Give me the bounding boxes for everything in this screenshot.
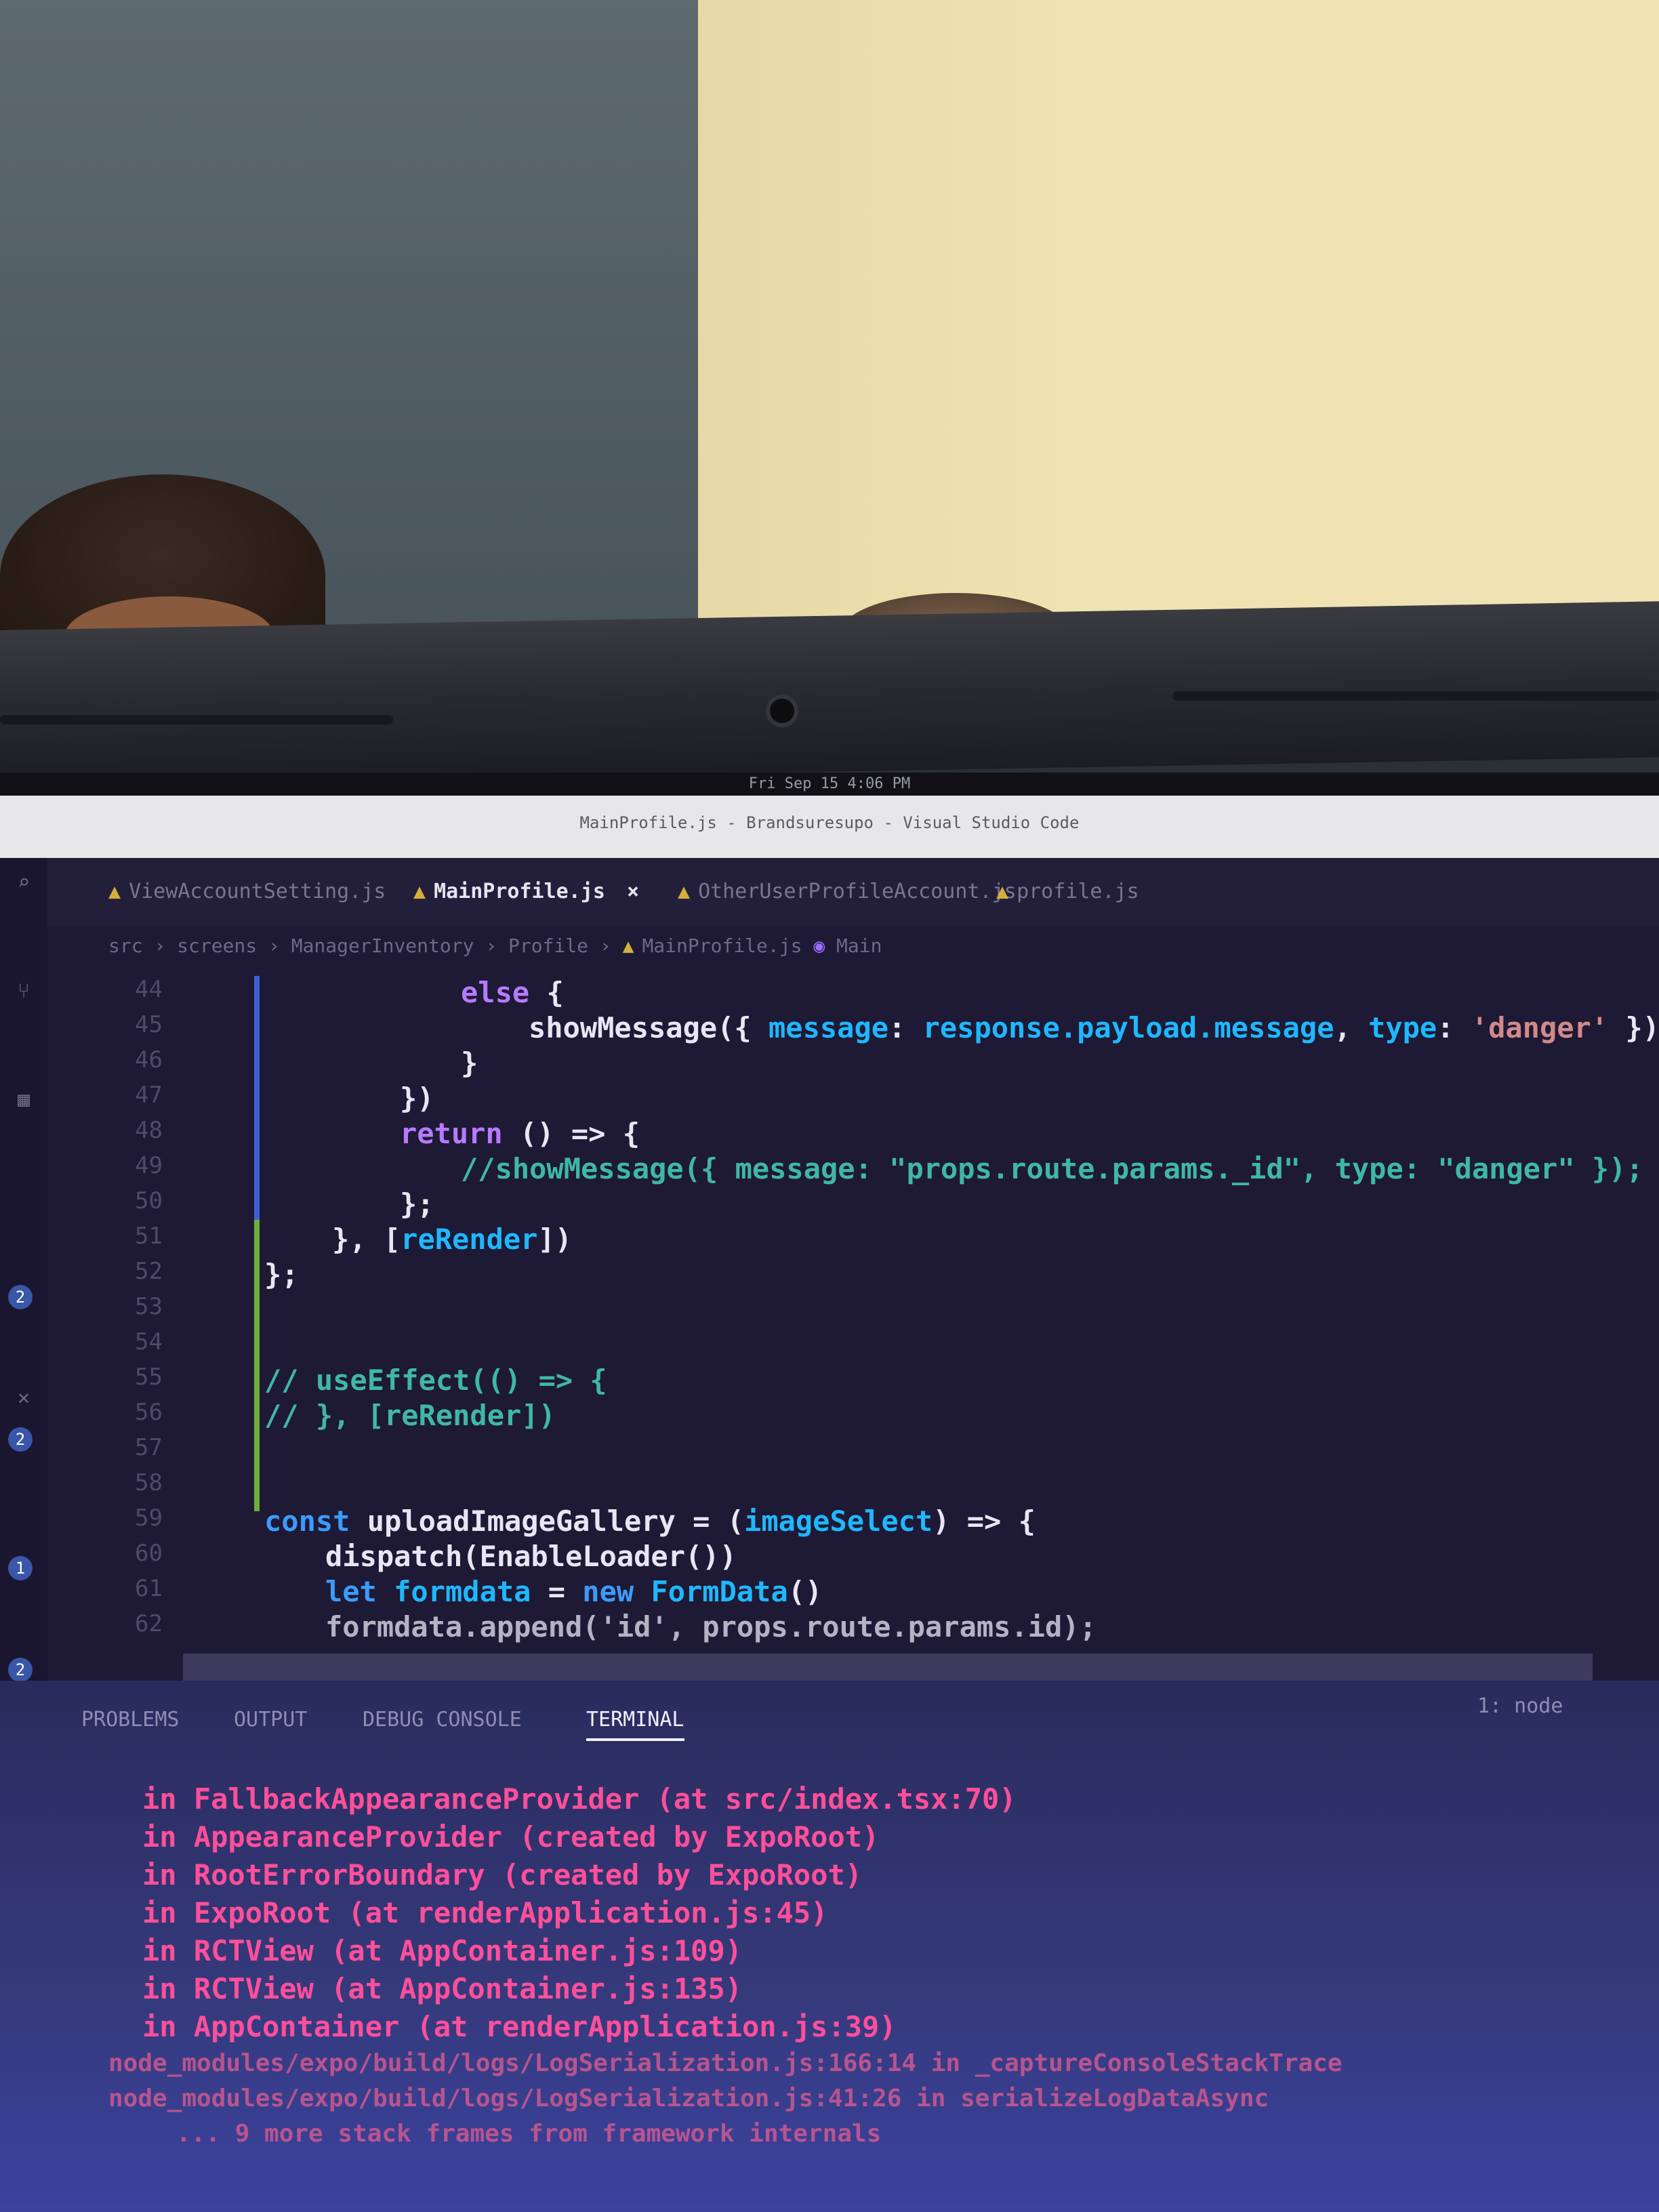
line-number: 57 <box>135 1434 163 1461</box>
line-number: 62 <box>135 1610 163 1637</box>
line-number: 56 <box>135 1399 163 1426</box>
extensions-icon[interactable]: ▦ <box>12 1088 35 1111</box>
line-number: 61 <box>135 1575 163 1602</box>
terminal-line: in ExpoRoot (at renderApplication.js:45) <box>142 1896 828 1929</box>
tab-view-account-setting[interactable]: ▲ ViewAccountSetting.js <box>108 872 386 912</box>
line-number: 49 <box>135 1152 163 1179</box>
notification-badge[interactable]: 2 <box>8 1658 33 1682</box>
system-clock: Fri Sep 15 4:06 PM <box>748 775 911 792</box>
tab-debug-console[interactable]: DEBUG CONSOLE <box>363 1708 522 1732</box>
terminal-selector[interactable]: 1: node <box>1477 1694 1563 1718</box>
warning-icon: ▲ <box>108 880 121 903</box>
line-number: 45 <box>135 1011 163 1038</box>
window-title: MainProfile.js - Brandsuresupo - Visual … <box>579 813 1080 832</box>
terminal-line: in RCTView (at AppContainer.js:135) <box>142 1972 743 2005</box>
webcam-icon <box>766 695 798 727</box>
line-number-gutter: 44 45 46 47 48 49 50 51 52 53 54 55 56 5… <box>102 976 260 1776</box>
close-icon[interactable]: ✕ <box>12 1387 35 1410</box>
close-icon[interactable]: × <box>627 880 639 903</box>
code-line: formdata.append('id', props.route.params… <box>325 1610 1097 1643</box>
code-comment: //showMessage({ message: "props.route.pa… <box>461 1152 1643 1185</box>
bottom-panel: PROBLEMS OUTPUT DEBUG CONSOLE TERMINAL 1… <box>0 1681 1659 2212</box>
breadcrumb-symbol[interactable]: Main <box>836 935 882 957</box>
terminal-line: in AppContainer (at renderApplication.js… <box>142 2010 897 2043</box>
line-number: 46 <box>135 1046 163 1073</box>
source-control-icon[interactable]: ⑂ <box>12 980 35 1003</box>
activity-bar: ⌕ ⑂ ▦ 2 ✕ 2 1 2 <box>0 858 47 1773</box>
warning-icon: ▲ <box>678 880 691 903</box>
code-line: let formdata = new FormData() <box>325 1575 823 1608</box>
terminal-line: node_modules/expo/build/logs/LogSerializ… <box>108 2049 1343 2077</box>
code-line: }; <box>400 1187 434 1221</box>
line-number: 47 <box>135 1082 163 1109</box>
code-comment: // }, [reRender]) <box>264 1399 556 1432</box>
code-line: }) <box>400 1082 434 1115</box>
code-line: return () => { <box>400 1117 640 1150</box>
code-line: } <box>461 1046 478 1080</box>
window-title-bar: MainProfile.js - Brandsuresupo - Visual … <box>0 796 1659 858</box>
tab-profile[interactable]: ▲ profile.js <box>996 872 1139 912</box>
laptop-screen: Fri Sep 15 4:06 PM MainProfile.js - Bran… <box>0 773 1659 2212</box>
horizontal-scrollbar[interactable] <box>183 1654 1593 1681</box>
line-number: 59 <box>135 1504 163 1532</box>
line-number: 53 <box>135 1293 163 1320</box>
line-number: 52 <box>135 1258 163 1285</box>
system-top-bar: Fri Sep 15 4:06 PM <box>0 773 1659 796</box>
search-icon[interactable]: ⌕ <box>12 872 35 895</box>
warning-icon: ▲ <box>413 880 426 903</box>
bezel-slot-right <box>1172 691 1659 701</box>
editor-tab-bar: ▲ ViewAccountSetting.js ▲ MainProfile.js ×… <box>0 858 1659 926</box>
code-line: const uploadImageGallery = (imageSelect)… <box>264 1504 1036 1538</box>
notification-badge[interactable]: 2 <box>8 1427 33 1452</box>
code-line: }; <box>264 1258 299 1291</box>
warning-icon: ▲ <box>622 935 634 957</box>
tab-output[interactable]: OUTPUT <box>234 1708 307 1732</box>
code-comment: // useEffect(() => { <box>264 1364 607 1397</box>
tab-problems[interactable]: PROBLEMS <box>81 1708 180 1732</box>
line-number: 51 <box>135 1223 163 1250</box>
notification-badge[interactable]: 1 <box>8 1556 33 1580</box>
code-line: showMessage({ message: response.payload.… <box>529 1011 1659 1044</box>
code-line: else { <box>461 976 564 1009</box>
terminal-line: in AppearanceProvider (created by ExpoRo… <box>142 1820 880 1853</box>
tab-other-user-profile[interactable]: ▲ OtherUserProfileAccount.js <box>678 872 1017 912</box>
line-number: 50 <box>135 1187 163 1214</box>
tab-terminal[interactable]: TERMINAL <box>586 1708 684 1741</box>
tab-main-profile[interactable]: ▲ MainProfile.js × <box>413 872 639 912</box>
notification-badge[interactable]: 2 <box>8 1285 33 1309</box>
room-wall-right <box>698 0 1659 664</box>
line-number: 55 <box>135 1364 163 1391</box>
line-number: 54 <box>135 1328 163 1355</box>
warning-icon: ▲ <box>996 880 1009 903</box>
bezel-slot-left <box>0 715 393 724</box>
terminal-line: ... 9 more stack frames from framework i… <box>176 2120 882 2148</box>
line-number: 44 <box>135 976 163 1003</box>
symbol-icon: ◉ <box>813 935 837 957</box>
terminal-line: node_modules/expo/build/logs/LogSerializ… <box>108 2085 1269 2112</box>
terminal-line: in RootErrorBoundary (created by ExpoRoo… <box>142 1858 863 1891</box>
line-number: 48 <box>135 1117 163 1144</box>
code-line: dispatch(EnableLoader()) <box>325 1540 737 1573</box>
line-number: 60 <box>135 1540 163 1567</box>
code-line: }, [reRender]) <box>332 1223 573 1256</box>
breadcrumb[interactable]: src › screens › ManagerInventory › Profi… <box>108 926 882 966</box>
line-number: 58 <box>135 1469 163 1496</box>
terminal-line: in RCTView (at AppContainer.js:109) <box>142 1934 743 1967</box>
breadcrumb-file[interactable]: MainProfile.js <box>642 935 802 957</box>
terminal-line: in FallbackAppearanceProvider (at src/in… <box>142 1782 1017 1816</box>
